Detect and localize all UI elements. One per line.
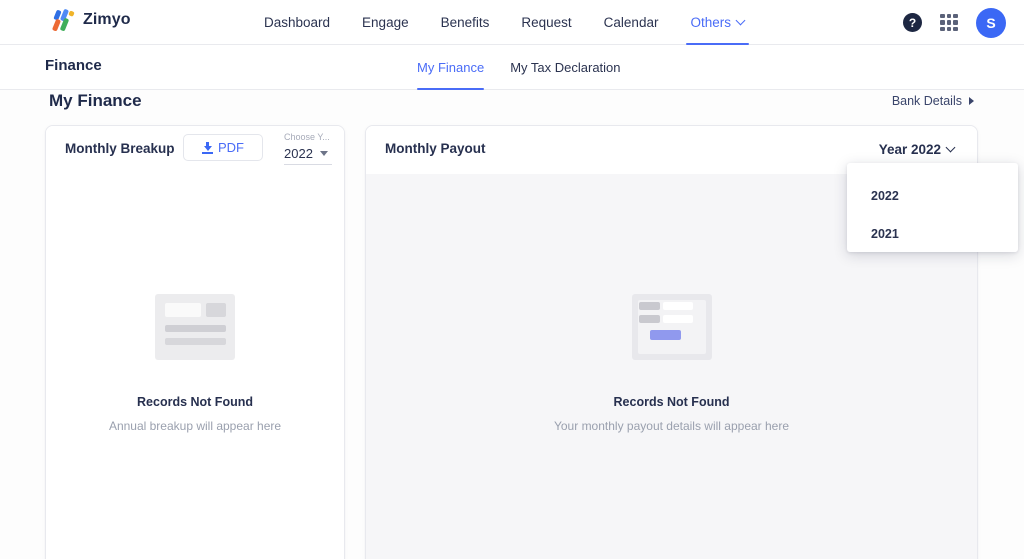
nav-label: Engage xyxy=(362,15,409,30)
document-placeholder-icon xyxy=(155,294,235,360)
page-header: My Finance Bank Details xyxy=(0,90,1024,122)
monthly-payout-title: Monthly Payout xyxy=(385,141,486,156)
download-icon xyxy=(202,141,213,154)
monthly-breakup-title: Monthly Breakup xyxy=(65,141,175,156)
nav-item-calendar[interactable]: Calendar xyxy=(604,0,659,45)
monthly-breakup-body: Records Not Found Annual breakup will ap… xyxy=(46,174,344,559)
nav-label: Benefits xyxy=(440,15,490,30)
choose-year-select[interactable]: Choose Y... 2022 xyxy=(284,131,332,165)
caret-right-icon xyxy=(969,97,974,105)
dropdown-option-label: 2021 xyxy=(871,227,899,241)
help-glyph: ? xyxy=(908,15,917,30)
avatar[interactable]: S xyxy=(976,7,1006,38)
dropdown-option-label: 2022 xyxy=(871,189,899,203)
monthly-breakup-empty-state: Records Not Found Annual breakup will ap… xyxy=(46,294,344,433)
form-placeholder-icon xyxy=(631,294,712,360)
tab-label: My Tax Declaration xyxy=(510,60,621,75)
nav-item-benefits[interactable]: Benefits xyxy=(441,0,490,45)
monthly-breakup-card: Monthly Breakup PDF Choose Y... 2022 Rec… xyxy=(45,125,345,559)
module-sub-header: Finance My Finance My Tax Declaration xyxy=(0,45,1024,90)
brand-logo[interactable]: Zimyo xyxy=(51,8,131,32)
tab-label: My Finance xyxy=(417,60,485,75)
apps-grid-icon[interactable] xyxy=(940,13,958,32)
payout-year-dropdown-menu: 2022 2021 xyxy=(847,163,1018,252)
avatar-initial: S xyxy=(986,14,996,31)
year-text: 2022 xyxy=(284,146,313,161)
nav-label: Request xyxy=(521,15,572,30)
help-circle-icon[interactable]: ? xyxy=(903,13,922,32)
top-right-actions: ? S xyxy=(903,0,1006,45)
pdf-button-label: PDF xyxy=(218,140,244,155)
app-root: Zimyo Dashboard Engage Benefits Request … xyxy=(0,0,1024,559)
dropdown-option-2022[interactable]: 2022 xyxy=(847,177,1018,215)
nav-item-engage[interactable]: Engage xyxy=(362,0,409,45)
bank-details-label: Bank Details xyxy=(891,94,962,108)
dropdown-option-2021[interactable]: 2021 xyxy=(847,215,1018,253)
nav-item-dashboard[interactable]: Dashboard xyxy=(264,0,330,45)
brand-name: Zimyo xyxy=(83,11,131,28)
monthly-breakup-header: Monthly Breakup PDF Choose Y... 2022 xyxy=(46,126,344,174)
main-nav: Dashboard Engage Benefits Request Calend… xyxy=(264,0,749,45)
nav-item-others[interactable]: Others xyxy=(686,0,749,45)
choose-year-value[interactable]: 2022 xyxy=(284,146,332,165)
triangle-down-icon xyxy=(319,151,328,156)
nav-label: Dashboard xyxy=(264,15,331,30)
nav-label: Others xyxy=(690,15,731,30)
choose-year-label: Choose Y... xyxy=(284,132,330,142)
chevron-down-icon xyxy=(947,144,955,152)
top-navigation-bar: Zimyo Dashboard Engage Benefits Request … xyxy=(0,0,1024,45)
empty-state-subtitle: Your monthly payout details will appear … xyxy=(553,419,790,433)
payout-year-label: Year 2022 xyxy=(878,142,941,157)
tab-my-finance[interactable]: My Finance xyxy=(417,45,485,90)
page-title: My Finance xyxy=(49,91,142,110)
nav-item-request[interactable]: Request xyxy=(521,0,571,45)
payout-year-dropdown-button[interactable]: Year 2022 xyxy=(879,142,955,157)
empty-state-title: Records Not Found xyxy=(137,395,253,409)
module-title: Finance xyxy=(45,57,102,74)
monthly-payout-empty-state: Records Not Found Your monthly payout de… xyxy=(366,294,977,433)
tab-my-tax-declaration[interactable]: My Tax Declaration xyxy=(510,45,620,90)
download-pdf-button[interactable]: PDF xyxy=(183,134,263,161)
empty-state-title: Records Not Found xyxy=(613,395,730,409)
empty-state-subtitle: Annual breakup will appear here xyxy=(108,419,282,433)
nav-label: Calendar xyxy=(603,15,659,30)
sub-tabs: My Finance My Tax Declaration xyxy=(417,45,621,90)
zimyo-logo-icon xyxy=(51,8,75,32)
bank-details-link[interactable]: Bank Details xyxy=(892,94,974,108)
chevron-down-icon xyxy=(737,17,745,25)
